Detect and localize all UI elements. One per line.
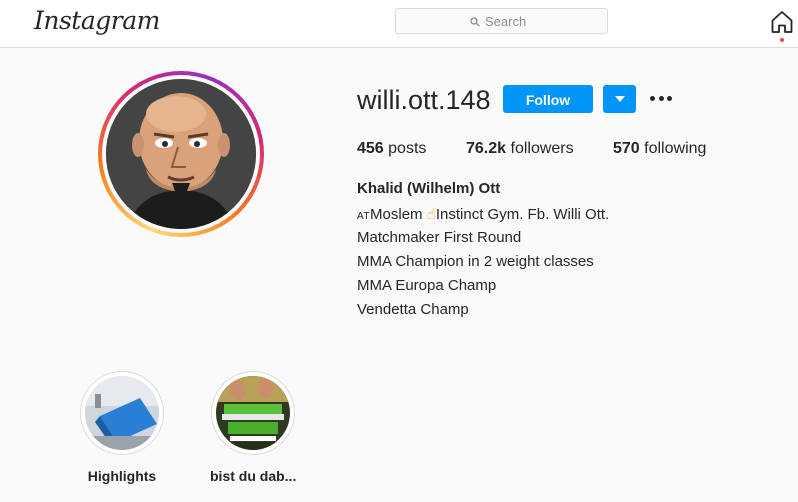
bio-rest: Instinct Gym. Fb. Willi Ott. <box>435 206 610 223</box>
search-placeholder: Search <box>485 14 527 29</box>
highlight-cover-ring <box>80 371 164 455</box>
chevron-down-icon <box>615 96 625 102</box>
profile-username: willi.ott.148 <box>357 85 491 115</box>
bio-line-3: MMA Champion in 2 weight classes <box>357 253 594 270</box>
following-count: 570 <box>613 140 640 157</box>
top-nav-bar: Instagram Search <box>0 0 798 48</box>
pointing-up-emoji-icon: ☝ <box>426 206 436 223</box>
following-stat[interactable]: 570 following <box>613 140 706 158</box>
followers-stat[interactable]: 76.2k followers <box>466 140 574 158</box>
profile-full-name: Khalid (Wilhelm) Ott <box>357 180 501 197</box>
highlight-cover-image <box>85 376 159 450</box>
posts-stat: 456 posts <box>357 140 426 158</box>
bio-small-caps-prefix: AT <box>357 211 371 222</box>
home-icon[interactable] <box>770 10 794 34</box>
bio-word: Moslem <box>370 206 423 223</box>
posts-label: posts <box>388 140 427 157</box>
posts-count: 456 <box>357 140 384 157</box>
bio-line-1: ATMoslem ☝Instinct Gym. Fb. Willi Ott. <box>357 205 609 223</box>
highlight-item[interactable]: Highlights <box>79 371 165 484</box>
profile-avatar <box>106 79 256 229</box>
followers-label: followers <box>510 140 574 157</box>
bio-line-5: Vendetta Champ <box>357 301 469 318</box>
highlight-item[interactable]: bist du dab... <box>210 371 296 484</box>
notification-dot <box>780 38 784 42</box>
followers-count: 76.2k <box>466 140 507 157</box>
follow-button[interactable]: Follow <box>503 85 593 113</box>
caricature-portrait <box>106 79 256 229</box>
highlight-cover-image <box>216 376 290 450</box>
more-options-icon[interactable] <box>650 88 672 108</box>
profile-avatar-ring[interactable] <box>98 71 264 237</box>
highlight-label: Highlights <box>87 468 157 484</box>
search-input[interactable]: Search <box>395 8 608 34</box>
search-icon <box>470 16 480 27</box>
instagram-logo[interactable]: Instagram <box>34 6 160 35</box>
suggested-accounts-dropdown-button[interactable] <box>603 85 636 113</box>
following-label: following <box>644 140 707 157</box>
bio-line-2: Matchmaker First Round <box>357 229 522 246</box>
bio-line-4: MMA Europa Champ <box>357 277 497 294</box>
highlight-cover-ring <box>211 371 295 455</box>
highlight-label: bist du dab... <box>210 468 297 484</box>
